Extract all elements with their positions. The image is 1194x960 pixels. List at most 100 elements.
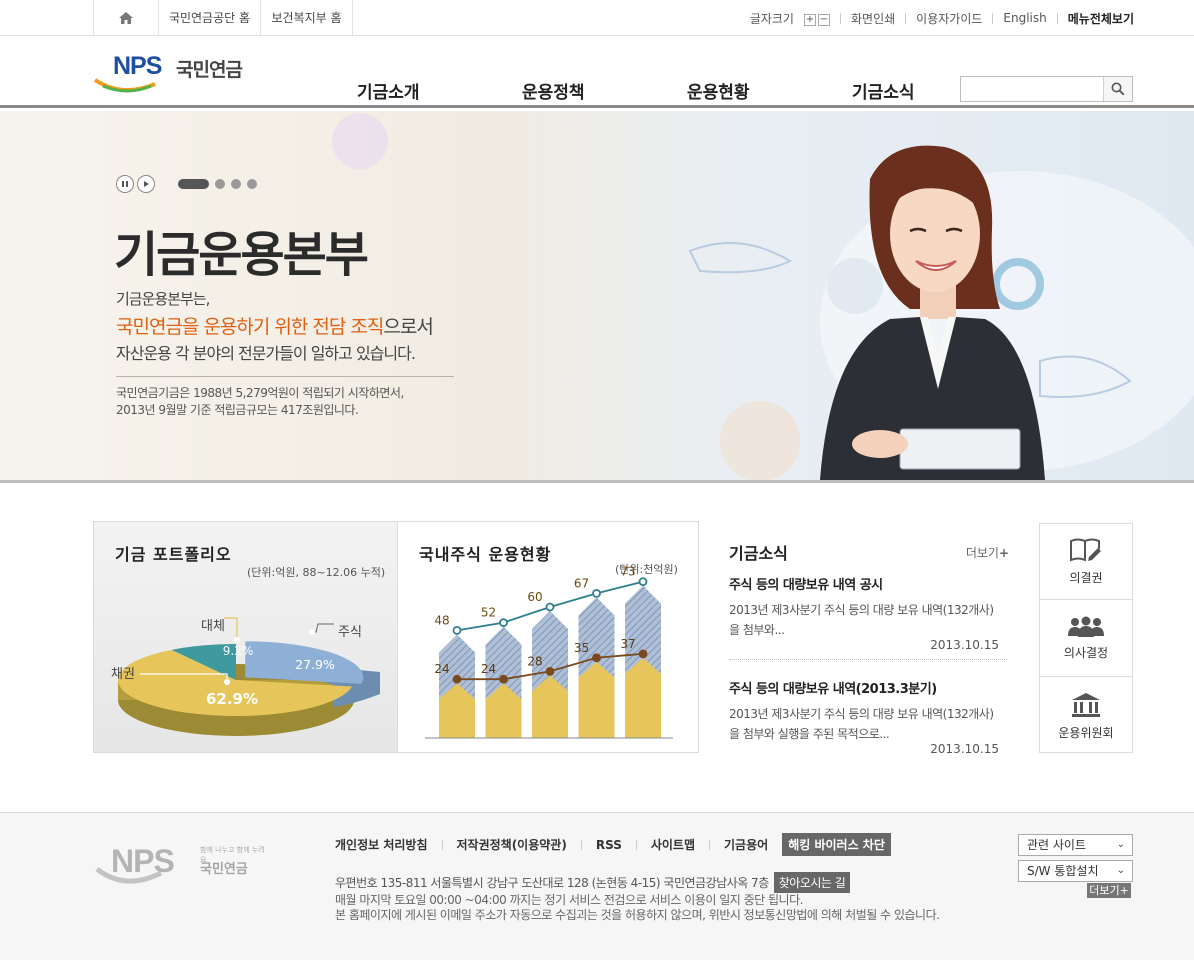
news-panel: 기금소식 더보기+ 주식 등의 대량보유 내역 공시 2013년 제3사분기 주… bbox=[729, 521, 1009, 756]
data-label: 67 bbox=[574, 576, 589, 590]
footer-sitemap-link[interactable]: 사이트맵 bbox=[651, 836, 695, 853]
copyright-link[interactable]: 저작권정책(이용약관) bbox=[457, 836, 567, 853]
divider bbox=[635, 839, 637, 850]
pie-label-bond: 채권 bbox=[111, 667, 135, 682]
home-icon bbox=[119, 12, 133, 24]
news-headline[interactable]: 주식 등의 대량보유 내역 공시 bbox=[729, 574, 1007, 593]
plus-icon: + bbox=[998, 546, 1009, 560]
pie-value-bond: 62.9% bbox=[206, 690, 258, 708]
news-headline[interactable]: 주식 등의 대량보유 내역(2013.3분기) bbox=[729, 678, 1007, 697]
utility-bar: 국민연금공단 홈 보건복지부 홈 글자크기 + − 화면인쇄 이용자가이드 Eng… bbox=[0, 0, 1194, 36]
portfolio-pie-chart: 주식 대체 채권 27.9% 62.9% 9.2% bbox=[111, 617, 380, 736]
domestic-stocks-panel: 국내주식 운용현황 (단위:천억원) 48 52 60 67 73 24 24 28 35 37 bbox=[397, 521, 699, 753]
data-point bbox=[545, 666, 555, 676]
bar-stock bbox=[578, 661, 615, 738]
search-button[interactable] bbox=[1103, 77, 1132, 101]
hero-desc-1: 국민연금기금은 1988년 5,279억원이 적립되기 시작하면서, bbox=[116, 386, 404, 400]
hero-line-2: 국민연금을 운용하기 위한 전담 조직으로서 bbox=[116, 312, 434, 339]
pause-button[interactable] bbox=[116, 175, 134, 193]
nps-home-link[interactable]: 국민연금공단 홈 bbox=[159, 0, 261, 36]
news-more-label: 더보기 bbox=[965, 546, 999, 560]
hero-person-image bbox=[820, 145, 1045, 480]
utility-right: 글자크기 + − 화면인쇄 이용자가이드 English 메뉴전체보기 bbox=[750, 0, 1134, 36]
quick-committee[interactable]: 운용위원회 bbox=[1040, 678, 1132, 754]
search-box bbox=[960, 76, 1133, 102]
data-point bbox=[592, 588, 601, 598]
data-point bbox=[499, 618, 508, 627]
data-point bbox=[452, 674, 462, 684]
hero-divider bbox=[116, 376, 454, 377]
footer-logo-korean: 국민연금 bbox=[200, 862, 248, 877]
nav-policy[interactable]: 운용정책 bbox=[522, 78, 585, 103]
nav-fund-intro[interactable]: 기금소개 bbox=[357, 78, 420, 103]
guide-link[interactable]: 이용자가이드 bbox=[916, 10, 982, 27]
home-link[interactable] bbox=[93, 0, 159, 36]
news-item[interactable]: 주식 등의 대량보유 내역(2013.3분기) 2013년 제3사분기 주식 등… bbox=[729, 678, 1007, 756]
glossary-link[interactable]: 기금용어 bbox=[724, 836, 768, 853]
data-label: 37 bbox=[620, 637, 635, 651]
footer-links: 개인정보 처리방침 저작권정책(이용약관) RSS 사이트맵 기금용어 해킹 바… bbox=[335, 833, 891, 856]
pie-value-alt: 9.2% bbox=[223, 644, 254, 658]
footer-more-button[interactable]: 더보기+ bbox=[1087, 883, 1131, 898]
people-icon bbox=[1068, 616, 1104, 637]
sw-install-select[interactable]: S/W 통합설치 ⌄ bbox=[1018, 860, 1133, 882]
directions-button[interactable]: 찾아오시는 길 bbox=[773, 872, 851, 893]
data-point bbox=[499, 674, 508, 684]
divider bbox=[992, 12, 994, 24]
data-label: 28 bbox=[527, 654, 542, 668]
logo-korean-text: 국민연금 bbox=[176, 59, 243, 81]
quick-decision[interactable]: 의사결정 bbox=[1040, 601, 1132, 677]
pie-label-stock: 주식 bbox=[338, 625, 362, 640]
divider bbox=[441, 839, 443, 850]
search-icon bbox=[1111, 82, 1125, 96]
news-item[interactable]: 주식 등의 대량보유 내역 공시 2013년 제3사분기 주식 등의 대량 보유… bbox=[729, 574, 1007, 652]
sitemap-link[interactable]: 메뉴전체보기 bbox=[1068, 10, 1134, 27]
nav-status[interactable]: 운용현황 bbox=[687, 78, 750, 103]
quick-label: 의결권 bbox=[1069, 571, 1103, 585]
slide-dot-3[interactable] bbox=[231, 179, 241, 189]
divider bbox=[709, 839, 711, 850]
print-link[interactable]: 화면인쇄 bbox=[851, 10, 895, 27]
hero-description: 국민연금기금은 1988년 5,279억원이 적립되기 시작하면서, 2013년… bbox=[116, 385, 404, 419]
privacy-link[interactable]: 개인정보 처리방침 bbox=[335, 836, 428, 853]
quick-voting-rights[interactable]: 의결권 bbox=[1040, 524, 1132, 600]
data-point bbox=[638, 649, 648, 659]
slide-controls bbox=[116, 175, 263, 193]
logo-nps-text: NPS bbox=[113, 52, 162, 80]
slide-dot-2[interactable] bbox=[215, 179, 225, 189]
slide-dot-1[interactable] bbox=[178, 179, 209, 189]
pie-value-stock: 27.9% bbox=[295, 657, 335, 672]
footer-logo-nps: NPS bbox=[111, 843, 175, 879]
news-more-link[interactable]: 더보기+ bbox=[966, 544, 1009, 561]
nps-logo[interactable]: NPS 국민연금 bbox=[93, 52, 263, 93]
data-point bbox=[452, 626, 462, 635]
font-plus-button[interactable]: + bbox=[803, 13, 816, 26]
pause-icon bbox=[122, 181, 128, 187]
hero-line-1: 기금운용본부는, bbox=[116, 290, 210, 308]
play-button[interactable] bbox=[137, 175, 155, 193]
footer-more-label: 더보기 bbox=[1089, 884, 1120, 897]
mohw-home-link[interactable]: 보건복지부 홈 bbox=[261, 0, 353, 36]
hero-line-3: 자산운용 각 분야의 전문가들이 일하고 있습니다. bbox=[116, 344, 416, 363]
quick-label: 운용위원회 bbox=[1058, 725, 1114, 740]
nav-news[interactable]: 기금소식 bbox=[852, 78, 915, 103]
english-link[interactable]: English bbox=[1003, 11, 1046, 25]
footer-note-1: 매월 마지막 토요일 00:00 ~04:00 까지는 정기 서비스 전검으로 … bbox=[335, 893, 803, 907]
font-minus-button[interactable]: − bbox=[817, 13, 830, 26]
virus-block-button[interactable]: 해킹 바이러스 차단 bbox=[782, 833, 891, 856]
rss-link[interactable]: RSS bbox=[596, 838, 622, 852]
plus-icon: + bbox=[1119, 884, 1129, 897]
hero-highlight: 국민연금을 운용하기 위한 전담 조직 bbox=[116, 316, 384, 338]
footer: NPS 함께 나누고 함께 누려요 국민연금 개인정보 처리방침 저작권정책(이… bbox=[0, 812, 1194, 960]
building-icon bbox=[1072, 692, 1100, 717]
hero-line-2-rest: 으로서 bbox=[383, 316, 433, 338]
hero-title: 기금운용본부 bbox=[114, 227, 369, 283]
news-desc: 2013년 제3사분기 주식 등의 대량 보유 내역(132개사)을 첨부와 실… bbox=[729, 707, 994, 741]
quick-label: 의사결정 bbox=[1063, 646, 1109, 660]
divider bbox=[1056, 12, 1058, 24]
slide-dot-4[interactable] bbox=[247, 179, 257, 189]
font-size-label: 글자크기 bbox=[749, 11, 794, 26]
search-input[interactable] bbox=[961, 77, 1103, 101]
divider bbox=[839, 12, 841, 24]
related-sites-select[interactable]: 관련 사이트 ⌄ bbox=[1018, 834, 1133, 856]
